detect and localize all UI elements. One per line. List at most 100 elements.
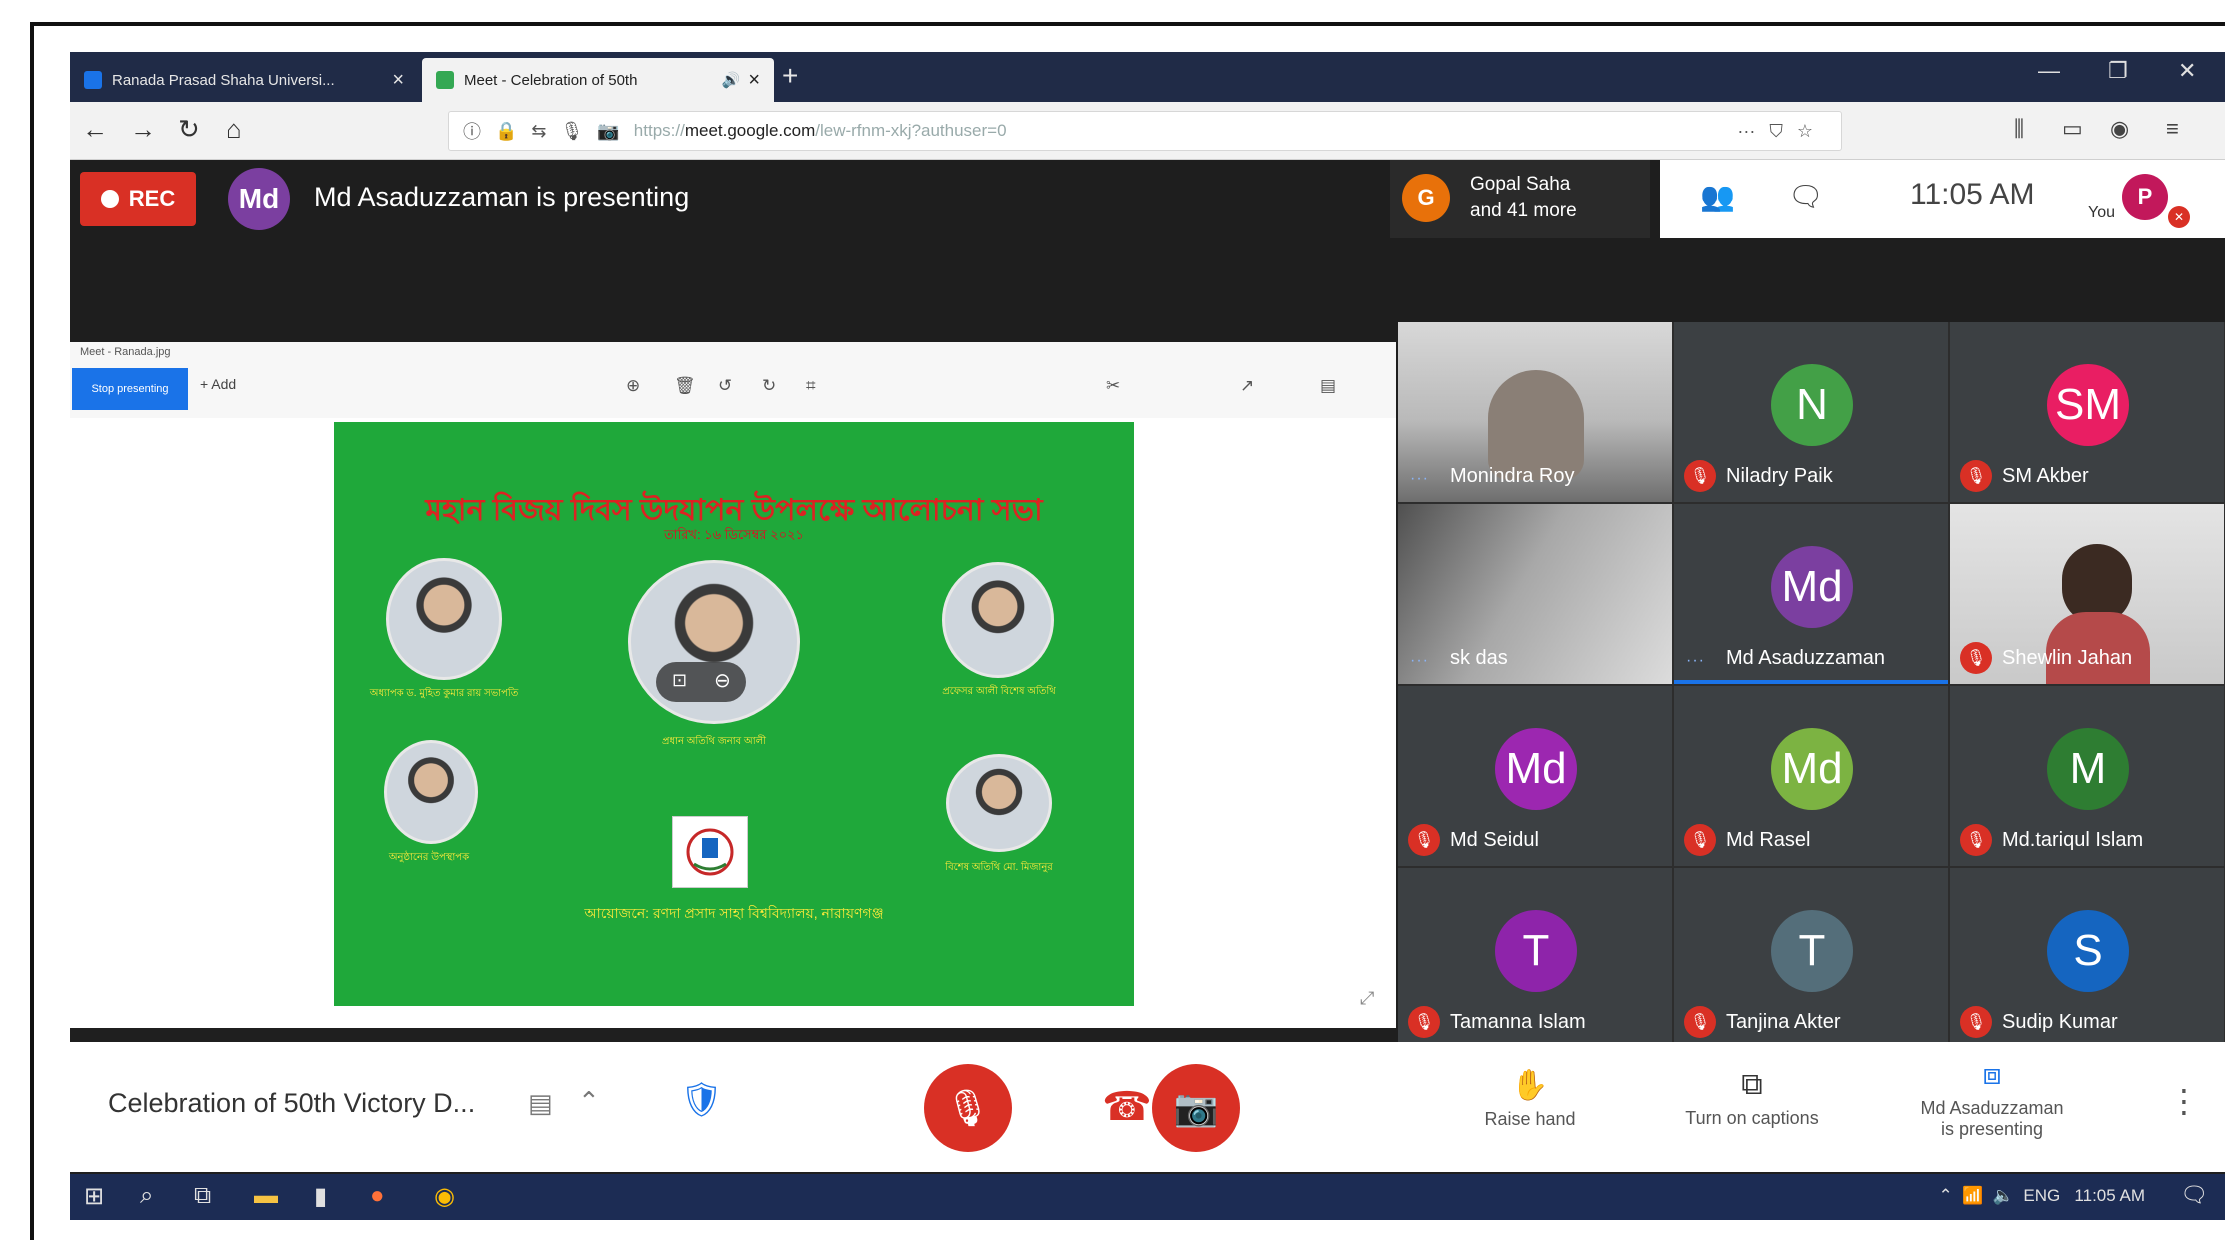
- shared-crumb: Meet - Ranada.jpg: [80, 346, 171, 358]
- mic-muted-icon: 🎙: [1408, 1006, 1440, 1038]
- speaker-icon[interactable]: 🔊: [722, 71, 741, 89]
- expand-icon[interactable]: ⤢: [1360, 988, 1374, 1009]
- hand-icon: ✋: [1511, 1069, 1549, 1102]
- tray-chevron-icon[interactable]: ⌃: [1938, 1186, 1952, 1205]
- self-avatar[interactable]: P: [2122, 174, 2168, 220]
- participant-tile[interactable]: N 🎙 Niladry Paik: [1674, 322, 1948, 502]
- presenting-button[interactable]: ⧈ Md Asaduzzaman is presenting: [1892, 1058, 2092, 1140]
- presenting-text: Md Asaduzzaman is presenting: [314, 182, 690, 212]
- meet-clock: 11:05 AM: [1910, 178, 2035, 211]
- windows-start-icon[interactable]: ⊞: [84, 1182, 104, 1211]
- portrait-caption: অনুষ্ঠানের উপস্থাপক: [388, 852, 470, 863]
- task-view-icon[interactable]: ⧉: [194, 1182, 211, 1210]
- new-tab-icon[interactable]: +: [782, 60, 798, 92]
- search-icon[interactable]: ⌕: [140, 1182, 153, 1210]
- meet-controls-bar: Celebration of 50th Victory D... ▤ ⌃ 🛡 🎙…: [70, 1042, 2225, 1172]
- back-icon[interactable]: ←: [82, 114, 108, 145]
- participant-tile[interactable]: Md ··· Md Asaduzzaman: [1674, 504, 1948, 684]
- rotate-left-icon[interactable]: ↺: [718, 376, 732, 396]
- reload-icon[interactable]: ↻: [178, 114, 200, 145]
- participant-tile[interactable]: Md 🎙 Md Seidul: [1398, 686, 1672, 866]
- close-window-icon[interactable]: ✕: [2178, 58, 2196, 84]
- more-icon[interactable]: ···: [1737, 121, 1755, 142]
- sidebar-icon[interactable]: ▭: [2062, 116, 2083, 142]
- hang-up-button[interactable]: ☎: [1102, 1084, 1152, 1130]
- close-icon[interactable]: ×: [392, 69, 404, 92]
- people-icon[interactable]: 👥: [1700, 180, 1735, 213]
- captions-button[interactable]: ⧉ Turn on captions: [1652, 1068, 1852, 1129]
- more-options-icon[interactable]: ⋮: [2168, 1082, 2200, 1120]
- restore-icon[interactable]: ❐: [2108, 58, 2128, 84]
- edit-create-icon[interactable]: ✂: [1106, 376, 1120, 396]
- url-bar[interactable]: ⓘ 🔒 ⇆ 🎙 📷 https:// meet.google.com /lew-…: [448, 111, 1842, 151]
- avatar-initials: S: [2073, 926, 2103, 975]
- participant-tile[interactable]: T 🎙 Tamanna Islam: [1398, 868, 1672, 1048]
- store-icon[interactable]: ▮: [314, 1182, 327, 1211]
- info-panel-icon[interactable]: ▤: [1320, 376, 1336, 396]
- url-prefix: https://: [633, 121, 685, 140]
- shield-icon[interactable]: 🛡: [680, 1080, 723, 1120]
- notifications-icon[interactable]: 🗨: [2180, 1182, 2208, 1208]
- home-icon[interactable]: ⌂: [226, 114, 242, 145]
- participant-tile[interactable]: 🎙 Shewlin Jahan: [1950, 504, 2224, 684]
- volume-icon[interactable]: 🔈: [1993, 1186, 2014, 1205]
- rotate-right-icon[interactable]: ↻: [762, 376, 776, 396]
- pocket-icon[interactable]: ⛉: [1769, 121, 1783, 142]
- portrait-photo: [386, 558, 502, 680]
- firefox-icon[interactable]: ●: [370, 1182, 385, 1210]
- stop-presenting-button[interactable]: Stop presenting: [72, 368, 188, 410]
- tab-meet[interactable]: Meet - Celebration of 50th 🔊 ×: [422, 58, 774, 102]
- participant-tile[interactable]: M 🎙 Md.tariqul Islam: [1950, 686, 2224, 866]
- participant-tile[interactable]: S 🎙 Sudip Kumar: [1950, 868, 2224, 1048]
- participant-avatar: T: [1495, 910, 1577, 992]
- participant-tile[interactable]: SM 🎙 SM Akber: [1950, 322, 2224, 502]
- avatar-initials: T: [1798, 926, 1826, 975]
- info-icon[interactable]: ⓘ: [463, 118, 481, 144]
- participant-tile[interactable]: ··· sk das: [1398, 504, 1672, 684]
- meeting-details-icon[interactable]: ▤: [528, 1088, 553, 1119]
- more-options-icon[interactable]: ···: [1410, 470, 1429, 488]
- microphone-icon[interactable]: 🎙: [561, 121, 584, 142]
- participant-tile[interactable]: ··· Monindra Roy: [1398, 322, 1672, 502]
- chrome-icon[interactable]: ◉: [434, 1182, 455, 1211]
- library-icon[interactable]: ⫼: [2014, 116, 2024, 142]
- network-icon[interactable]: 📶: [1962, 1186, 1983, 1205]
- participant-name: Md Rasel: [1726, 829, 1811, 851]
- forward-icon[interactable]: →: [130, 114, 156, 145]
- remove-icon[interactable]: ⊖: [714, 668, 731, 693]
- close-icon[interactable]: ×: [748, 69, 760, 92]
- add-button[interactable]: + Add: [200, 376, 236, 392]
- present-screen-icon: ⧈: [1982, 1058, 2002, 1091]
- participant-name: Monindra Roy: [1450, 465, 1575, 487]
- more-options-icon[interactable]: ···: [1410, 652, 1429, 670]
- chevron-up-icon[interactable]: ⌃: [578, 1086, 600, 1117]
- chat-icon[interactable]: 🗨: [1788, 180, 1824, 213]
- camera-toggle-button[interactable]: 📷: [1152, 1064, 1240, 1152]
- mic-toggle-button[interactable]: 🎙: [924, 1064, 1012, 1152]
- keyboard-language[interactable]: ENG: [2023, 1186, 2060, 1205]
- minimize-icon[interactable]: —: [2038, 58, 2060, 84]
- bookmark-star-icon[interactable]: ☆: [1797, 121, 1813, 142]
- participant-tile[interactable]: Md 🎙 Md Rasel: [1674, 686, 1948, 866]
- more-options-icon[interactable]: ···: [1686, 652, 1705, 670]
- camera-icon[interactable]: 📷: [597, 121, 619, 142]
- raise-hand-button[interactable]: ✋ Raise hand: [1460, 1068, 1600, 1130]
- participant-avatar: N: [1771, 364, 1853, 446]
- pin-icon[interactable]: ⊡: [672, 670, 687, 691]
- joined-avatar: G: [1402, 174, 1450, 222]
- crop-icon[interactable]: ⌗: [806, 376, 816, 396]
- participant-tile[interactable]: T 🎙 Tanjina Akter: [1674, 868, 1948, 1048]
- slide-controls[interactable]: ⊡ ⊖: [656, 662, 746, 702]
- permissions-icon[interactable]: ⇆: [531, 121, 546, 142]
- zoom-in-icon[interactable]: ⊕: [626, 376, 640, 396]
- meeting-name[interactable]: Celebration of 50th Victory D...: [108, 1088, 475, 1119]
- account-icon[interactable]: ◉: [2110, 116, 2129, 142]
- participants-joined-notice[interactable]: G Gopal Saha and 41 more: [1390, 160, 1650, 238]
- share-icon[interactable]: ↗: [1240, 376, 1254, 396]
- tab-ranada[interactable]: Ranada Prasad Shaha Universi... ×: [70, 58, 418, 102]
- taskbar-clock[interactable]: 11:05 AM: [2074, 1186, 2145, 1205]
- joined-line2: and 41 more: [1470, 200, 1577, 221]
- menu-icon[interactable]: ≡: [2166, 116, 2179, 142]
- delete-icon[interactable]: 🗑: [674, 376, 696, 396]
- file-explorer-icon[interactable]: ▬: [254, 1182, 278, 1210]
